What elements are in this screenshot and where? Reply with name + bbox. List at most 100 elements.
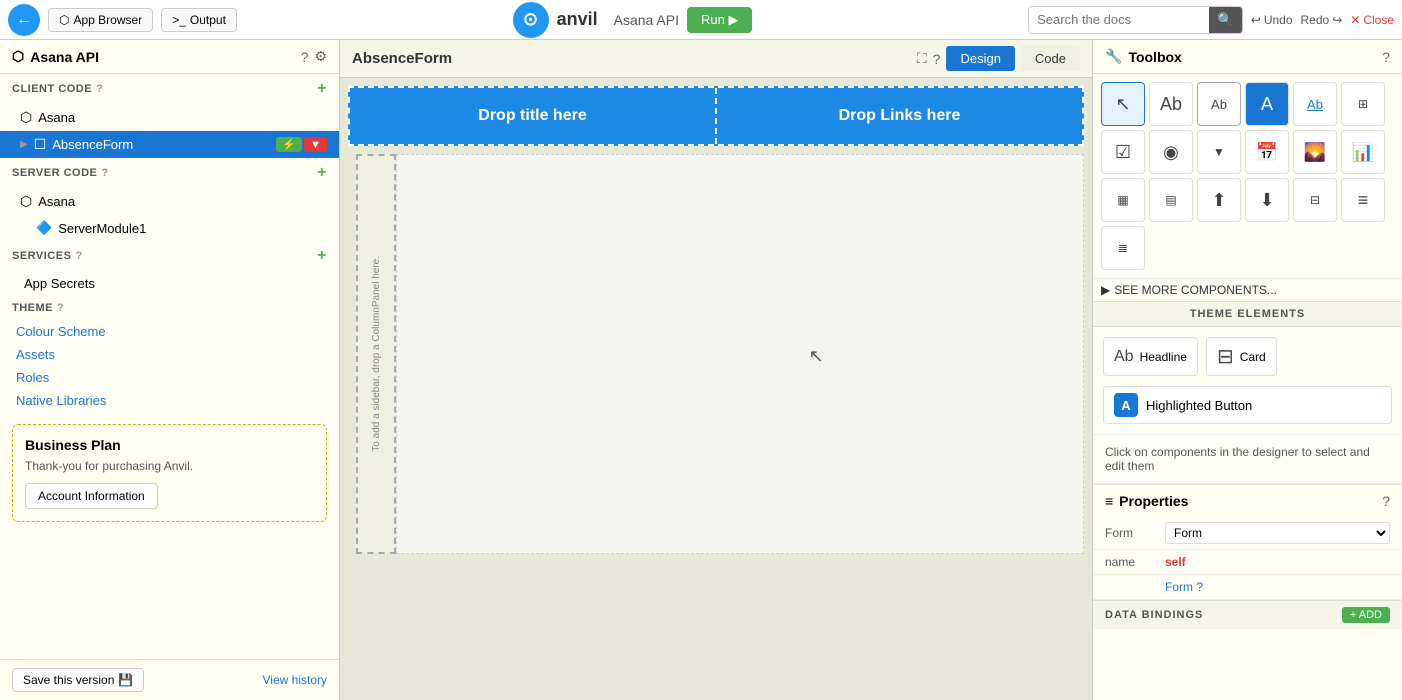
see-more-components[interactable]: ▶ SEE MORE COMPONENTS...: [1093, 278, 1402, 301]
business-plan-title: Business Plan: [25, 437, 314, 453]
properties-icon: ≡: [1105, 493, 1113, 509]
main-content-area[interactable]: ↖: [396, 154, 1084, 554]
properties-header: ≡ Properties ?: [1093, 484, 1402, 517]
sidebar-item-servermodule1[interactable]: 🔷 ServerModule1: [0, 215, 339, 241]
properties-help-button[interactable]: ?: [1382, 493, 1390, 509]
expand-button[interactable]: ⛶: [917, 50, 927, 67]
tool-textbox[interactable]: Ab: [1197, 82, 1241, 126]
drop-links-zone[interactable]: Drop Links here: [717, 88, 1082, 144]
brand-logo: ⊙ anvil Asana API Run ▶: [513, 2, 753, 38]
sidebar-item-assets[interactable]: Assets: [0, 343, 339, 366]
tool-text-label[interactable]: Ab: [1149, 82, 1193, 126]
close-button[interactable]: ✕ Close: [1350, 13, 1394, 27]
tab-design[interactable]: Design: [946, 46, 1014, 71]
sidebar-item-app-secrets[interactable]: App Secrets: [0, 271, 339, 296]
account-information-button[interactable]: Account Information: [25, 483, 158, 509]
tool-dropdown[interactable]: ▼: [1197, 130, 1241, 174]
header-icons: ? ⚙: [301, 48, 327, 65]
tool-link[interactable]: Ab: [1293, 82, 1337, 126]
add-binding-button[interactable]: + ADD: [1342, 607, 1390, 623]
prop-row-form-link: Form ?: [1093, 575, 1402, 600]
form-menu-button[interactable]: ▼: [304, 137, 327, 152]
tool-button[interactable]: A: [1245, 82, 1289, 126]
run-button[interactable]: Run ▶: [687, 7, 752, 33]
tool-gridpanel[interactable]: ▤: [1149, 178, 1193, 222]
toolbox-help-button[interactable]: ?: [1382, 49, 1390, 65]
left-panel: ⬡ Asana API ? ⚙ CLIENT CODE ? + ⬡ Asana: [0, 40, 340, 700]
form-lightning-button[interactable]: ⚡: [276, 137, 302, 152]
output-icon: >_: [172, 13, 186, 27]
add-server-button[interactable]: +: [317, 164, 327, 182]
client-code-label: CLIENT CODE: [12, 83, 92, 95]
data-bindings-title: DATA BINDINGS: [1105, 609, 1203, 621]
data-bindings-header: DATA BINDINGS + ADD: [1093, 600, 1402, 629]
theme-element-headline[interactable]: Ab Headline: [1103, 337, 1198, 376]
search-input[interactable]: [1029, 8, 1209, 31]
prop-form-link[interactable]: Form ?: [1165, 580, 1203, 594]
theme-elements-header: THEME ELEMENTS: [1093, 301, 1402, 327]
add-service-button[interactable]: +: [317, 247, 327, 265]
sidebar-item-asana-client[interactable]: ⬡ Asana: [0, 104, 339, 131]
client-help-icon[interactable]: ?: [96, 83, 103, 95]
app-browser-button[interactable]: ⬡ App Browser: [48, 8, 153, 32]
theme-element-highlighted-button[interactable]: A Highlighted Button: [1103, 386, 1392, 424]
headline-icon: Ab: [1114, 348, 1134, 366]
view-history-link[interactable]: View history: [263, 673, 327, 687]
search-box: 🔍: [1028, 6, 1243, 34]
tool-linearpanel[interactable]: ⬇: [1245, 178, 1289, 222]
project-icon: ⬡: [12, 48, 24, 65]
sidebar-item-native-libraries[interactable]: Native Libraries: [0, 389, 339, 412]
theme-element-card[interactable]: ⊟ Card: [1206, 337, 1277, 376]
content-row: To add a sidebar, drop a ColumnPanel her…: [348, 154, 1084, 554]
output-button[interactable]: >_ Output: [161, 8, 237, 32]
tool-plot[interactable]: 📊: [1341, 130, 1385, 174]
drop-title-zone[interactable]: Drop title here: [350, 88, 717, 144]
highlighted-button-icon: A: [1114, 393, 1138, 417]
tool-flowpanel[interactable]: ⊟: [1293, 178, 1337, 222]
tool-cursor[interactable]: ↖: [1101, 82, 1145, 126]
search-button[interactable]: 🔍: [1209, 7, 1242, 33]
app-browser-icon: ⬡: [59, 13, 69, 27]
server-help-icon[interactable]: ?: [101, 167, 108, 179]
toolbox-title: 🔧 Toolbox: [1105, 48, 1182, 65]
business-plan-text: Thank-you for purchasing Anvil.: [25, 459, 314, 473]
undo-button[interactable]: ↩ Undo: [1251, 13, 1293, 27]
save-icon: 💾: [118, 673, 133, 687]
services-help-icon[interactable]: ?: [75, 250, 82, 262]
add-client-button[interactable]: +: [317, 80, 327, 98]
settings-button[interactable]: ⚙: [314, 48, 327, 65]
tool-repeatingpanel[interactable]: ≡: [1341, 178, 1385, 222]
tab-code[interactable]: Code: [1021, 46, 1080, 71]
sidebar-drop-zone[interactable]: To add a sidebar, drop a ColumnPanel her…: [356, 154, 396, 554]
redo-button[interactable]: Redo ↪: [1301, 13, 1343, 27]
sidebar-item-asana-server[interactable]: ⬡ Asana: [0, 188, 339, 215]
theme-label: THEME: [12, 302, 53, 314]
save-version-button[interactable]: Save this version 💾: [12, 668, 144, 692]
sidebar-item-colour-scheme[interactable]: Colour Scheme: [0, 320, 339, 343]
help-button[interactable]: ?: [301, 48, 309, 65]
designer-area: Drop title here Drop Links here To add a…: [340, 78, 1092, 700]
tool-fileloader[interactable]: ⬆: [1197, 178, 1241, 222]
prop-name-value: self: [1165, 555, 1390, 569]
back-button[interactable]: ←: [8, 4, 40, 36]
tool-columnpanel[interactable]: ▦: [1101, 178, 1145, 222]
theme-elements-grid: Ab Headline ⊟ Card: [1093, 327, 1402, 386]
back-icon: ←: [16, 11, 32, 29]
tool-datepicker[interactable]: 📅: [1245, 130, 1289, 174]
form-actions: ⚡ ▼: [276, 137, 327, 152]
server-code-label: SERVER CODE: [12, 167, 97, 179]
sidebar-item-roles[interactable]: Roles: [0, 366, 339, 389]
form-help-button[interactable]: ?: [933, 51, 941, 67]
center-panel: AbsenceForm ⛶ ? Design Code Drop title h…: [340, 40, 1092, 700]
sidebar-item-absenceform[interactable]: ▶ ☐ AbsenceForm ⚡ ▼: [0, 131, 339, 158]
theme-help-icon[interactable]: ?: [57, 302, 64, 314]
tool-datagrid[interactable]: ⊞: [1341, 82, 1385, 126]
tool-spacer[interactable]: ≣: [1101, 226, 1145, 270]
tool-checkbox[interactable]: ☑: [1101, 130, 1145, 174]
center-header: AbsenceForm ⛶ ? Design Code: [340, 40, 1092, 78]
app-name: Asana API: [614, 12, 679, 28]
tool-image[interactable]: 🌄: [1293, 130, 1337, 174]
tool-radiobutton[interactable]: ◉: [1149, 130, 1193, 174]
prop-form-select[interactable]: Form: [1165, 522, 1390, 544]
prop-form-label: Form: [1105, 526, 1165, 540]
